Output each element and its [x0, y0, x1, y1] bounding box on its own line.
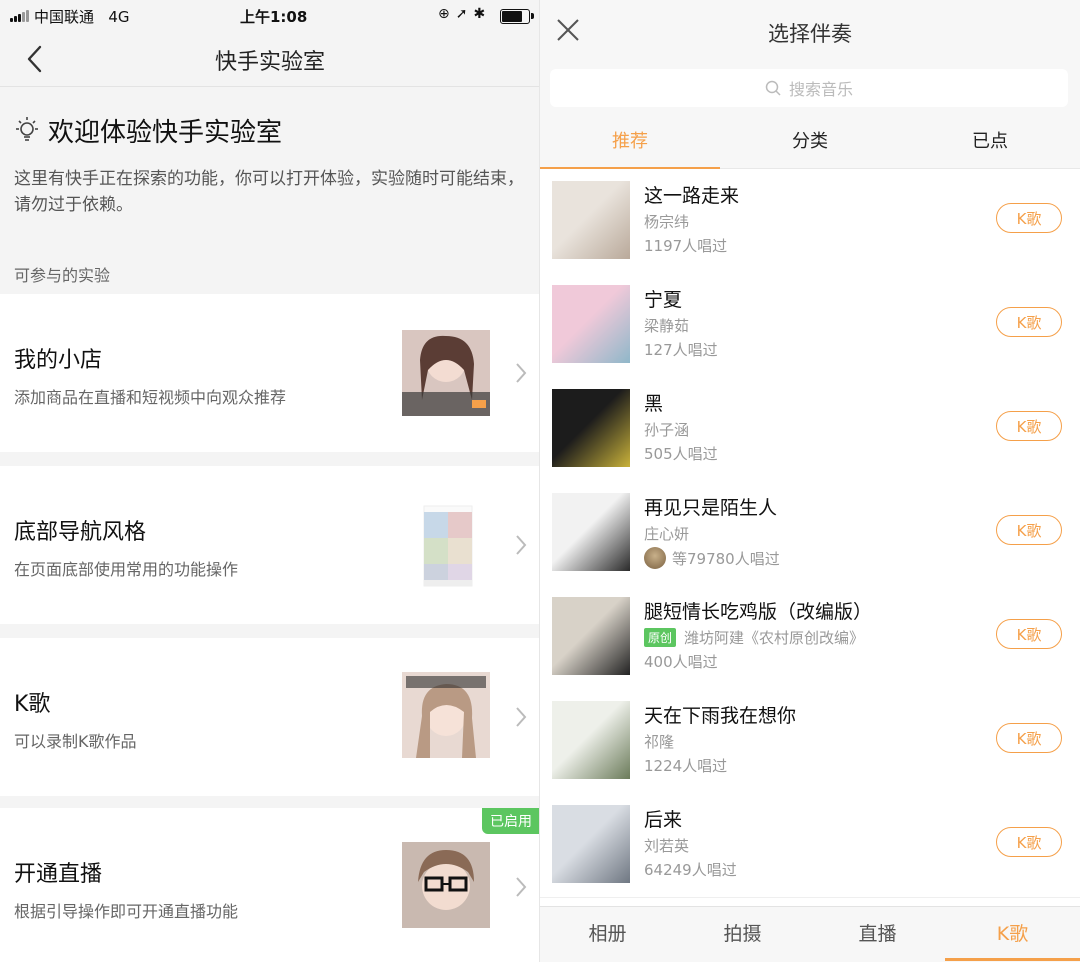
- chevron-right-icon: [516, 363, 527, 383]
- song-title: 再见只是陌生人: [644, 497, 778, 519]
- chevron-right-icon: [516, 877, 527, 897]
- nav-album[interactable]: 相册: [540, 907, 675, 962]
- song-artist: 祁隆: [644, 733, 675, 751]
- lightbulb-icon: [16, 116, 38, 141]
- song-title: 这一路走来: [644, 185, 740, 207]
- clock: 上午1:08: [240, 8, 308, 26]
- experiment-title: K歌: [14, 692, 51, 717]
- song-title: 黑: [644, 393, 664, 415]
- song-artist: 庄心妍: [644, 525, 690, 543]
- search-icon: [765, 80, 781, 96]
- accompaniment-screen: 选择伴奏 搜索音乐 推荐 分类 已点 这一路走来 杨宗纬 1197人唱过 K歌 …: [540, 0, 1080, 962]
- album-cover: [552, 701, 630, 779]
- experiment-title: 开通直播: [14, 862, 103, 887]
- sing-count: 127人唱过: [644, 341, 718, 359]
- sing-count: 1224人唱过: [644, 757, 728, 775]
- nav-shoot[interactable]: 拍摄: [675, 907, 810, 962]
- avatar: [644, 547, 666, 569]
- experiment-thumbnail: [402, 502, 490, 588]
- song-artist: 杨宗纬: [644, 213, 690, 231]
- experiment-card-shop[interactable]: 我的小店 添加商品在直播和短视频中向观众推荐: [0, 294, 540, 452]
- song-artist: 刘若英: [644, 837, 690, 855]
- karaoke-button[interactable]: K歌: [996, 307, 1062, 337]
- sing-count: 505人唱过: [644, 445, 718, 463]
- status-bar: 中国联通 4G 上午1:08 ⊕➚✱: [0, 0, 540, 32]
- experiment-desc: 根据引导操作即可开通直播功能: [14, 902, 239, 921]
- experiment-desc: 添加商品在直播和短视频中向观众推荐: [14, 388, 287, 407]
- song-row[interactable]: 腿短情长吃鸡版（改编版） 原创 潍坊阿建《农村原创改编》 400人唱过 K歌: [540, 585, 1080, 690]
- album-cover: [552, 285, 630, 363]
- song-row[interactable]: 黑 孙子涵 505人唱过 K歌: [540, 377, 1080, 482]
- album-cover: [552, 597, 630, 675]
- section-label: 可参与的实验: [14, 266, 111, 285]
- lab-screen: 中国联通 4G 上午1:08 ⊕➚✱ 快手实验室 欢迎体验快手实验室 这里有快手…: [0, 0, 540, 962]
- song-title: 腿短情长吃鸡版（改编版）: [644, 601, 873, 623]
- song-title: 天在下雨我在想你: [644, 705, 797, 727]
- experiment-card-bottom-nav[interactable]: 底部导航风格 在页面底部使用常用的功能操作: [0, 466, 540, 624]
- lab-description: 这里有快手正在探索的功能，你可以打开体验，实验随时可能结束，请勿过于依赖。: [14, 169, 524, 215]
- karaoke-button[interactable]: K歌: [996, 411, 1062, 441]
- experiment-title: 我的小店: [14, 348, 103, 373]
- nav-karaoke[interactable]: K歌: [945, 907, 1080, 962]
- song-title: 后来: [644, 809, 683, 831]
- sing-count: 400人唱过: [644, 653, 718, 671]
- song-title: 宁夏: [644, 289, 683, 311]
- sing-count: 1197人唱过: [644, 237, 728, 255]
- tab-categories[interactable]: 分类: [720, 116, 900, 168]
- song-row[interactable]: 这一路走来 杨宗纬 1197人唱过 K歌: [540, 169, 1080, 274]
- album-cover: [552, 181, 630, 259]
- song-row[interactable]: 宁夏 梁静茹 127人唱过 K歌: [540, 273, 1080, 378]
- album-cover: [552, 389, 630, 467]
- karaoke-button[interactable]: K歌: [996, 203, 1062, 233]
- chevron-right-icon: [516, 707, 527, 727]
- battery-icon: [500, 9, 534, 24]
- search-bar: 搜索音乐: [540, 64, 1080, 116]
- original-tag: 原创: [644, 628, 677, 647]
- chevron-right-icon: [516, 535, 527, 555]
- search-placeholder: 搜索音乐: [788, 80, 853, 99]
- sing-count: 64249人唱过: [644, 861, 737, 879]
- page-title: 快手实验室: [214, 50, 325, 75]
- welcome-title: 欢迎体验快手实验室: [48, 118, 283, 148]
- experiment-thumbnail: [402, 672, 490, 758]
- tab-recommended[interactable]: 推荐: [540, 116, 720, 169]
- karaoke-button[interactable]: K歌: [996, 723, 1062, 753]
- nav-live[interactable]: 直播: [810, 907, 945, 962]
- status-icons: ⊕➚✱: [438, 6, 492, 22]
- experiment-thumbnail: [402, 330, 490, 416]
- accompaniment-header: 选择伴奏: [540, 0, 1080, 64]
- karaoke-button[interactable]: K歌: [996, 515, 1062, 545]
- tab-bar: 推荐 分类 已点: [540, 116, 1080, 169]
- experiment-card-live[interactable]: 已启用 开通直播 根据引导操作即可开通直播功能: [0, 808, 540, 962]
- song-row[interactable]: 天在下雨我在想你 祁隆 1224人唱过 K歌: [540, 689, 1080, 794]
- karaoke-button[interactable]: K歌: [996, 619, 1062, 649]
- experiment-card-karaoke[interactable]: K歌 可以录制K歌作品: [0, 638, 540, 796]
- experiment-desc: 可以录制K歌作品: [14, 732, 137, 751]
- experiment-title: 底部导航风格: [14, 520, 147, 545]
- signal-icon: [10, 10, 30, 22]
- experiment-desc: 在页面底部使用常用的功能操作: [14, 560, 239, 579]
- album-cover: [552, 493, 630, 571]
- song-artist: 原创 潍坊阿建《农村原创改编》: [644, 627, 864, 648]
- tab-selected[interactable]: 已点: [900, 116, 1080, 168]
- experiment-thumbnail: [402, 842, 490, 928]
- carrier-label: 中国联通 4G: [34, 8, 130, 26]
- song-row[interactable]: 再见只是陌生人 庄心妍 等79780人唱过 K歌: [540, 481, 1080, 586]
- search-input[interactable]: 搜索音乐: [550, 69, 1068, 107]
- page-title: 选择伴奏: [768, 22, 852, 46]
- album-cover: [552, 805, 630, 883]
- enabled-badge: 已启用: [482, 808, 540, 834]
- song-artist: 梁静茹: [644, 317, 690, 335]
- lab-nav-bar: 快手实验室: [0, 32, 540, 87]
- bottom-nav: 相册 拍摄 直播 K歌: [540, 906, 1080, 962]
- karaoke-button[interactable]: K歌: [996, 827, 1062, 857]
- song-artist: 孙子涵: [644, 421, 690, 439]
- song-row[interactable]: 后来 刘若英 64249人唱过 K歌: [540, 793, 1080, 898]
- sing-count: 等79780人唱过: [644, 547, 780, 569]
- welcome-heading: 欢迎体验快手实验室: [14, 112, 282, 149]
